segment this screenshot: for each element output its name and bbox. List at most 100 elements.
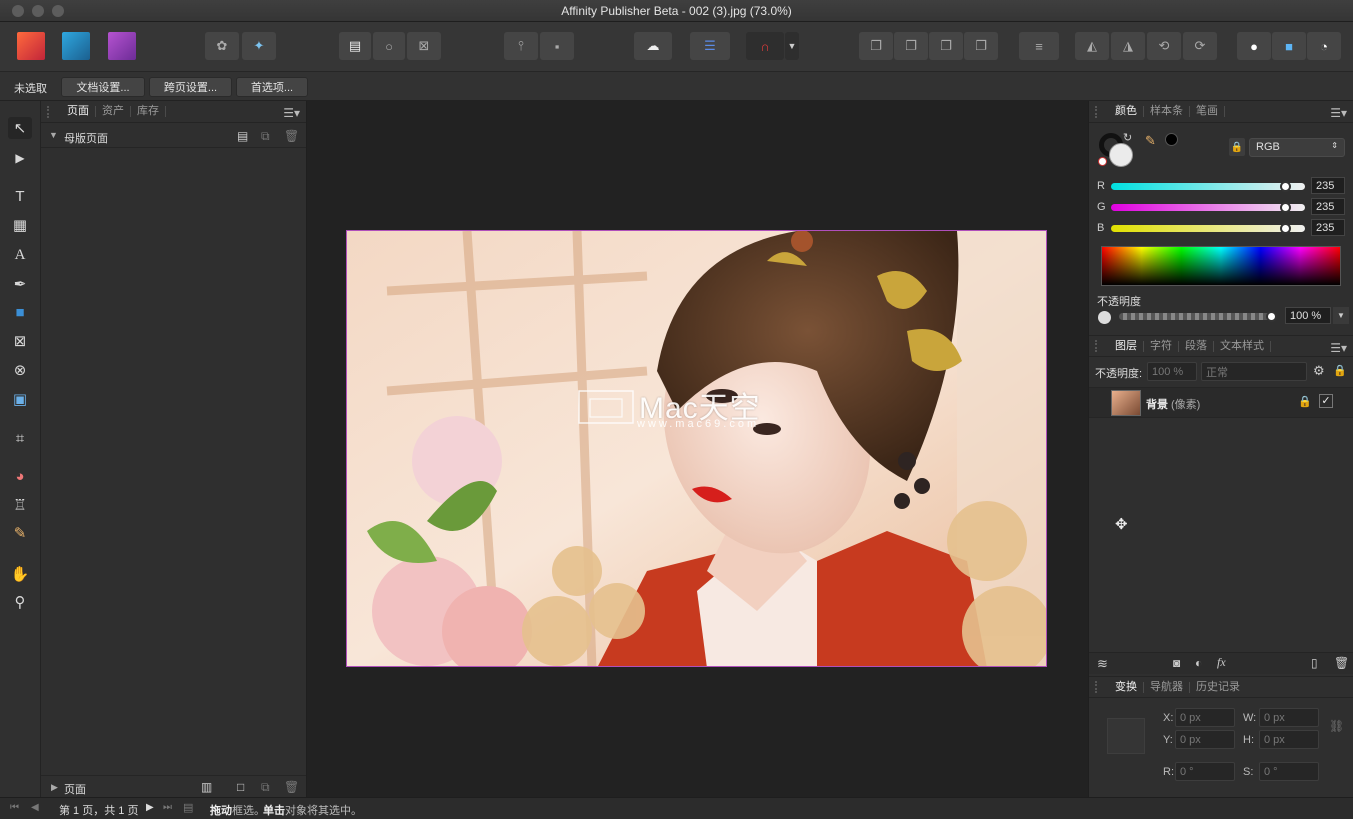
tab-paragraph[interactable]: 段落: [1179, 340, 1214, 352]
tab-stroke[interactable]: 笔画: [1190, 106, 1225, 117]
opacity-slider-knob[interactable]: [1266, 311, 1277, 322]
node-tool-icon[interactable]: ▶: [8, 147, 32, 169]
view-mode-preview-icon[interactable]: ⊠: [407, 32, 441, 60]
boolean-add-icon[interactable]: ●: [1237, 32, 1271, 60]
no-color-icon[interactable]: [1098, 157, 1107, 166]
color-spectrum[interactable]: [1101, 246, 1341, 286]
resource-manager-icon[interactable]: ✦: [242, 32, 276, 60]
collapse-triangle-icon[interactable]: ▼: [49, 130, 58, 140]
tab-character[interactable]: 字符: [1144, 340, 1179, 352]
move-tool-icon[interactable]: ↖: [8, 117, 32, 139]
tab-assets[interactable]: 资产: [96, 106, 131, 117]
boolean-subtract-icon[interactable]: ■: [1272, 32, 1306, 60]
view-mode-bleed-icon[interactable]: ○: [373, 32, 405, 60]
layer-opacity-field[interactable]: 100 %: [1147, 362, 1197, 381]
g-slider-knob[interactable]: [1280, 202, 1291, 213]
view-mode-normal-icon[interactable]: ▤: [339, 32, 371, 60]
page-spread-icon[interactable]: ▥: [201, 780, 212, 794]
fx-icon[interactable]: fx: [1217, 655, 1226, 670]
tab-color[interactable]: 颜色: [1109, 106, 1144, 117]
gear-icon[interactable]: ⚙: [1313, 363, 1325, 379]
opacity-slider[interactable]: [1119, 313, 1271, 320]
last-page-icon[interactable]: ⏭: [163, 802, 172, 813]
transparency-tool-icon[interactable]: ♖: [8, 494, 32, 516]
link-proportions-icon[interactable]: ⛓: [1329, 719, 1344, 733]
layer-row[interactable]: 背景 (像素) 🔒 ✓: [1089, 387, 1353, 418]
rotate-left-icon[interactable]: ⟲: [1147, 32, 1181, 60]
color-picker-tool-icon[interactable]: ✎: [8, 522, 32, 544]
picked-color-swatch[interactable]: [1165, 133, 1178, 146]
expand-triangle-icon[interactable]: ▶: [51, 782, 58, 793]
table-tool-icon[interactable]: ▦: [8, 214, 32, 236]
previous-page-icon[interactable]: ◀: [31, 802, 39, 813]
pen-tool-icon[interactable]: ✒: [8, 273, 32, 295]
fill-color-well[interactable]: [1109, 143, 1133, 167]
add-layer-icon[interactable]: ▯: [1311, 656, 1318, 670]
crop-tool-icon[interactable]: ⌗: [8, 427, 32, 449]
pages-header[interactable]: 页面: [64, 781, 86, 797]
lock-icon[interactable]: 🔒: [1229, 138, 1245, 156]
place-image-tool-icon[interactable]: ▣: [8, 388, 32, 410]
tab-layers[interactable]: 图层: [1109, 340, 1144, 352]
anchor-point-selector[interactable]: [1107, 718, 1145, 754]
text-wrap-icon[interactable]: ☁: [634, 32, 672, 60]
y-field[interactable]: 0 px: [1175, 730, 1235, 749]
snapping-dropdown-icon[interactable]: ▼: [785, 32, 799, 60]
shear-field[interactable]: 0 °: [1259, 762, 1319, 781]
flip-horizontal-icon[interactable]: ◭: [1075, 32, 1109, 60]
snapping-magnet-icon[interactable]: ∩: [746, 32, 784, 60]
flip-vertical-icon[interactable]: ◮: [1111, 32, 1145, 60]
panel-grip-icon[interactable]: [47, 105, 57, 118]
b-slider[interactable]: [1111, 225, 1305, 232]
adjustment-icon[interactable]: ◐: [1195, 656, 1202, 670]
panel-menu-icon[interactable]: ☰▾: [1330, 341, 1347, 355]
delete-master-icon[interactable]: 🗑: [284, 129, 299, 143]
background-photo[interactable]: Mac天空 www.mac69.com: [346, 230, 1047, 667]
pin-icon[interactable]: ⫯: [504, 32, 538, 60]
panel-menu-icon[interactable]: ☰▾: [283, 106, 300, 120]
panel-menu-icon[interactable]: ☰▾: [1330, 106, 1347, 120]
preflight-icon[interactable]: ✿: [205, 32, 239, 60]
artistic-text-tool-icon[interactable]: A: [8, 244, 32, 266]
blend-mode-select[interactable]: 正常: [1201, 362, 1307, 381]
arrange-forward-icon[interactable]: ❐: [929, 32, 963, 60]
next-page-icon[interactable]: ▶: [146, 802, 154, 813]
layers-stack-icon[interactable]: ≋: [1097, 656, 1108, 672]
publisher-persona-icon[interactable]: [17, 32, 45, 60]
g-value-field[interactable]: 235: [1311, 198, 1345, 215]
eyedropper-icon[interactable]: ✎: [1145, 133, 1156, 149]
tab-swatches[interactable]: 样本条: [1144, 106, 1190, 117]
g-slider[interactable]: [1111, 204, 1305, 211]
arrange-back-icon[interactable]: ❐: [859, 32, 893, 60]
tab-text-styles[interactable]: 文本样式: [1214, 340, 1271, 352]
document-setup-button[interactable]: 文档设置...: [61, 77, 145, 97]
mask-layer-icon[interactable]: ◙: [1173, 656, 1180, 670]
spread-setup-button[interactable]: 跨页设置...: [149, 77, 232, 97]
r-slider-knob[interactable]: [1280, 181, 1291, 192]
layer-row-lock-icon[interactable]: 🔒: [1298, 395, 1312, 408]
panel-grip-icon[interactable]: [1095, 105, 1105, 118]
hand-tool-icon[interactable]: ✋: [8, 563, 32, 585]
b-value-field[interactable]: 235: [1311, 219, 1345, 236]
r-slider[interactable]: [1111, 183, 1305, 190]
opacity-dropdown-icon[interactable]: ▼: [1333, 307, 1349, 324]
color-model-select[interactable]: RGB ⇕: [1249, 138, 1345, 157]
designer-persona-icon[interactable]: [62, 32, 90, 60]
arrange-backward-icon[interactable]: ❐: [894, 32, 928, 60]
tab-transform[interactable]: 变换: [1109, 681, 1144, 693]
add-master-icon[interactable]: ▤: [237, 129, 248, 143]
panel-grip-icon[interactable]: [1095, 340, 1105, 352]
rectangle-tool-icon[interactable]: ■: [8, 301, 32, 323]
x-field[interactable]: 0 px: [1175, 708, 1235, 727]
r-value-field[interactable]: 235: [1311, 177, 1345, 194]
add-page-icon[interactable]: □: [237, 780, 244, 794]
baseline-grid-icon[interactable]: ☰: [690, 32, 730, 60]
tab-stock[interactable]: 库存: [131, 106, 166, 117]
align-icon[interactable]: ≡: [1019, 32, 1059, 60]
layer-visibility-checkbox[interactable]: ✓: [1319, 394, 1333, 408]
panel-grip-icon[interactable]: [1095, 681, 1105, 693]
delete-page-icon[interactable]: 🗑: [284, 780, 299, 794]
fill-tool-icon[interactable]: ◕: [8, 465, 32, 487]
rotation-field[interactable]: 0 °: [1175, 762, 1235, 781]
master-pages-header[interactable]: 母版页面: [64, 130, 108, 146]
